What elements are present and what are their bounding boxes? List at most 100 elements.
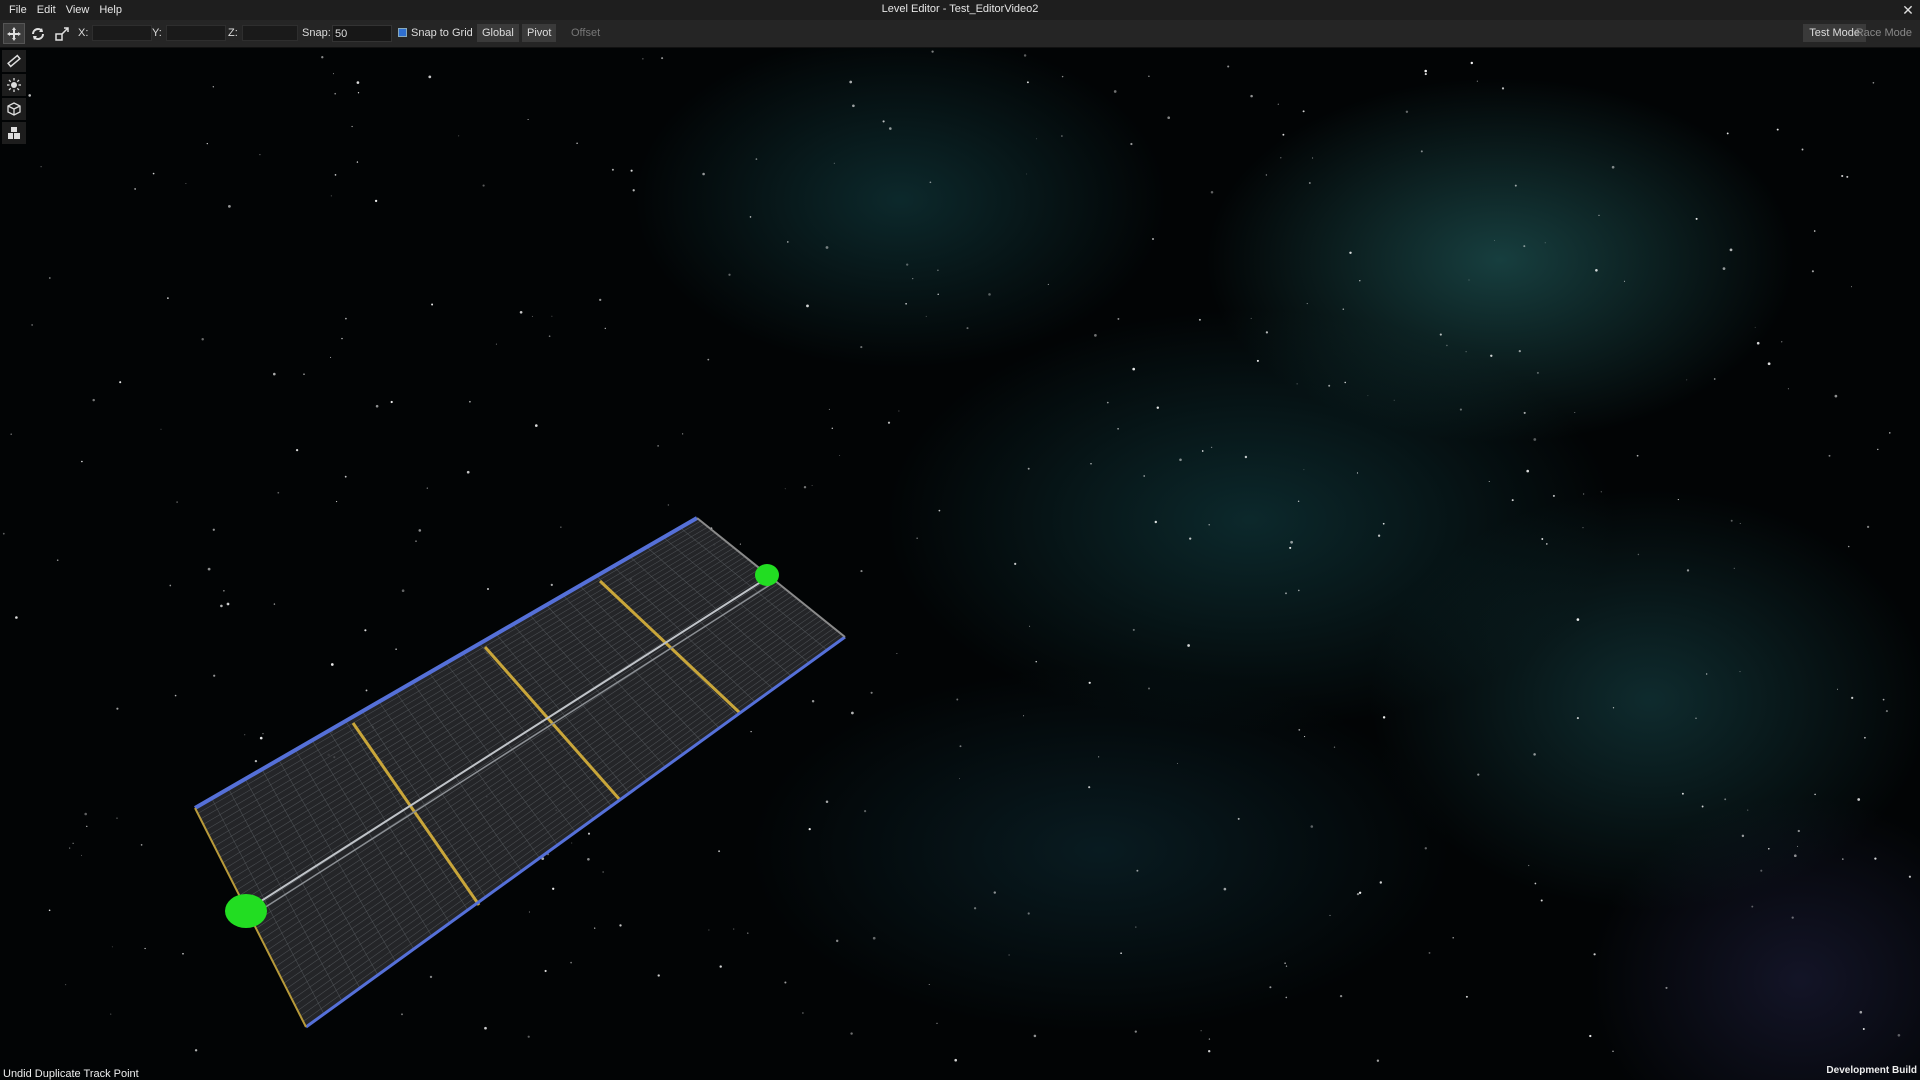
star <box>1501 87 1505 90</box>
star <box>429 975 433 979</box>
star <box>1151 237 1155 241</box>
star <box>860 346 863 349</box>
star <box>1227 65 1230 68</box>
light-icon[interactable] <box>2 74 26 96</box>
star <box>534 424 538 427</box>
cube-icon[interactable] <box>2 98 26 120</box>
star <box>334 174 337 176</box>
star <box>1533 438 1537 441</box>
star <box>1760 869 1763 872</box>
star <box>898 410 900 412</box>
z-label: Z: <box>228 27 238 39</box>
menu-help[interactable]: Help <box>94 4 127 16</box>
star <box>839 455 841 456</box>
rotate-icon[interactable] <box>27 23 49 44</box>
star <box>1061 135 1063 137</box>
star <box>632 189 635 192</box>
star <box>1612 1050 1614 1052</box>
star <box>1187 644 1190 647</box>
star <box>212 86 214 88</box>
star <box>1136 869 1139 872</box>
star <box>1476 80 1478 82</box>
star <box>401 1013 403 1016</box>
star <box>657 974 660 977</box>
star <box>1167 116 1171 120</box>
pivot-button[interactable]: Pivot <box>522 24 557 42</box>
scene-canvas[interactable] <box>0 0 1920 1080</box>
star <box>851 711 854 715</box>
move-icon[interactable] <box>3 23 25 44</box>
star <box>1841 858 1844 860</box>
star <box>1405 110 1409 114</box>
global-button[interactable]: Global <box>477 24 519 42</box>
star <box>1329 914 1331 916</box>
star <box>1033 1034 1037 1038</box>
star <box>431 303 434 306</box>
star <box>1576 717 1579 720</box>
offset-button[interactable]: Offset <box>566 24 605 42</box>
star <box>828 408 830 410</box>
star <box>852 104 855 108</box>
star <box>1298 728 1301 731</box>
star <box>1289 546 1292 549</box>
star <box>1333 746 1336 748</box>
star <box>747 932 749 934</box>
star <box>966 327 969 330</box>
star <box>1793 854 1797 858</box>
star <box>160 428 162 430</box>
build-label: Development Build <box>1826 1065 1917 1076</box>
toolbar: X: Y: Z: Snap: Snap to Grid Global Pivot… <box>0 20 1920 48</box>
star <box>719 965 722 968</box>
track-point-start[interactable] <box>225 894 267 928</box>
star <box>1528 864 1530 867</box>
star <box>1552 494 1555 497</box>
star <box>835 939 839 943</box>
star <box>152 172 155 175</box>
star <box>1026 173 1028 175</box>
star <box>1098 756 1100 758</box>
star <box>321 56 324 59</box>
star <box>1897 1033 1901 1037</box>
star <box>332 73 334 75</box>
track-point-end[interactable] <box>755 564 779 586</box>
close-icon[interactable]: ✕ <box>1900 2 1916 18</box>
track-segment[interactable] <box>193 516 846 1029</box>
star <box>681 433 684 435</box>
star <box>1477 773 1480 776</box>
star <box>1358 891 1362 894</box>
menu-file[interactable]: File <box>0 4 32 16</box>
menu-edit[interactable]: Edit <box>32 4 61 16</box>
ruler-icon[interactable] <box>2 50 26 72</box>
race-mode-button[interactable]: Race Mode <box>1850 24 1918 42</box>
snap-input[interactable] <box>332 25 392 42</box>
star <box>905 303 907 305</box>
star <box>928 984 930 985</box>
star <box>916 537 918 539</box>
star <box>1143 475 1146 477</box>
z-field[interactable] <box>242 25 298 41</box>
star <box>1665 986 1668 989</box>
star <box>1600 491 1602 493</box>
menu-view[interactable]: View <box>61 4 95 16</box>
star <box>1303 469 1305 471</box>
star <box>1730 519 1733 522</box>
y-field[interactable] <box>166 25 226 41</box>
star <box>1090 463 1092 465</box>
star <box>1344 381 1346 384</box>
star <box>1277 103 1279 105</box>
scene-viewport[interactable] <box>0 0 1920 1080</box>
star <box>220 604 223 608</box>
star <box>1359 280 1361 282</box>
snap-to-grid-checkbox[interactable] <box>398 28 407 37</box>
star <box>784 981 787 984</box>
star <box>1872 81 1875 84</box>
star <box>1722 267 1726 270</box>
star <box>374 199 378 203</box>
star <box>1814 793 1816 796</box>
blocks-icon[interactable] <box>2 122 26 144</box>
scale-icon[interactable] <box>51 23 73 44</box>
star <box>1047 283 1049 285</box>
x-field[interactable] <box>92 25 152 41</box>
star <box>1747 809 1749 811</box>
star <box>1282 133 1285 136</box>
